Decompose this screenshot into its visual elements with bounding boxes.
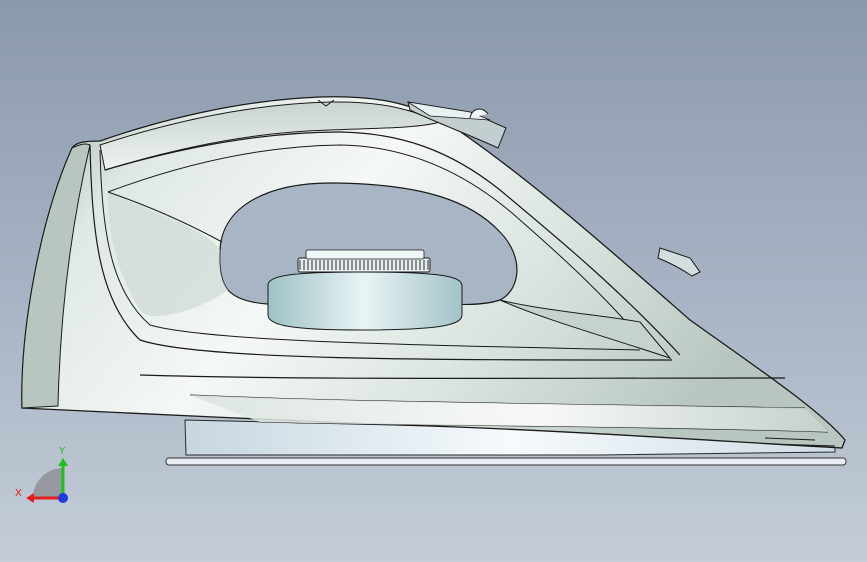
y-axis-arrowhead	[58, 458, 68, 466]
triad-quadrant	[33, 468, 63, 498]
x-axis-arrowhead	[26, 493, 34, 503]
x-axis-label: X	[15, 488, 22, 499]
axis-triad: Y X	[15, 446, 68, 503]
cad-viewport[interactable]: Y X	[0, 0, 867, 562]
y-axis-label: Y	[58, 446, 66, 457]
z-axis-dot	[58, 493, 68, 503]
